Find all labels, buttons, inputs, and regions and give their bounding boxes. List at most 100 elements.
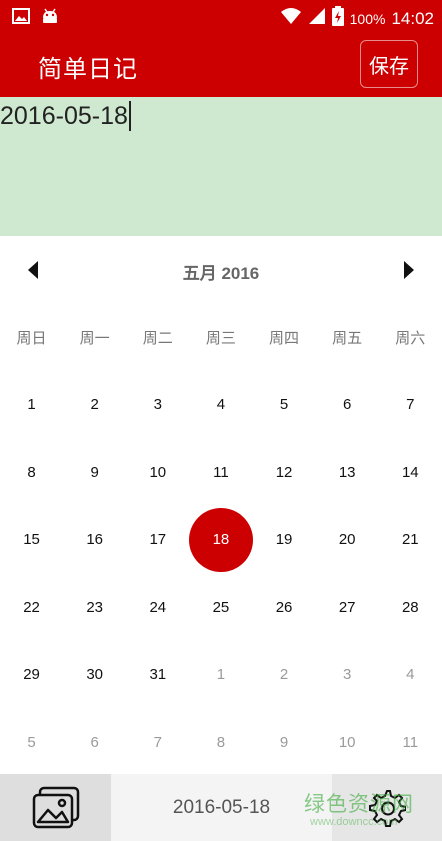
day-cell[interactable]: 8 bbox=[0, 439, 63, 507]
day-number: 23 bbox=[86, 598, 104, 616]
day-number: 10 bbox=[338, 733, 356, 751]
day-cell[interactable]: 7 bbox=[126, 709, 189, 777]
day-cell[interactable]: 10 bbox=[316, 709, 379, 777]
day-number: 1 bbox=[216, 666, 226, 684]
day-cell[interactable]: 4 bbox=[379, 641, 442, 709]
day-cell[interactable]: 2 bbox=[63, 371, 126, 439]
next-month-button[interactable] bbox=[398, 260, 418, 280]
day-number: 9 bbox=[90, 463, 99, 481]
day-cell[interactable]: 25 bbox=[189, 574, 252, 642]
day-cell[interactable]: 1 bbox=[0, 371, 63, 439]
day-number: 13 bbox=[338, 463, 356, 481]
day-cell[interactable]: 17 bbox=[126, 506, 189, 574]
day-number: 12 bbox=[275, 463, 293, 481]
day-cell[interactable]: 13 bbox=[316, 439, 379, 507]
day-number: 2 bbox=[90, 396, 99, 414]
day-cell[interactable]: 16 bbox=[63, 506, 126, 574]
caret-right-icon bbox=[404, 261, 414, 279]
watermark-text: 绿色资源网 bbox=[304, 793, 414, 816]
day-number: 7 bbox=[406, 396, 415, 414]
day-cell[interactable]: 6 bbox=[316, 371, 379, 439]
day-number: 4 bbox=[406, 666, 415, 684]
day-cell[interactable]: 9 bbox=[253, 709, 316, 777]
weekday-label: 周日 bbox=[16, 330, 47, 347]
selected-day[interactable]: 18 bbox=[188, 506, 253, 574]
weekday-label: 周一 bbox=[79, 330, 110, 347]
day-cell[interactable]: 10 bbox=[126, 439, 189, 507]
day-number: 11 bbox=[213, 463, 229, 481]
day-number: 8 bbox=[216, 733, 226, 751]
day-number: 30 bbox=[86, 666, 104, 684]
day-number: 6 bbox=[343, 396, 352, 414]
day-cell[interactable]: 2 bbox=[253, 641, 316, 709]
day-number: 10 bbox=[149, 463, 167, 481]
day-cell[interactable]: 3 bbox=[126, 371, 189, 439]
diary-text-input[interactable]: 2016-05-18 bbox=[0, 97, 442, 236]
day-number: 8 bbox=[27, 463, 36, 481]
day-number: 5 bbox=[279, 396, 289, 414]
day-cell[interactable]: 5 bbox=[0, 709, 63, 777]
day-cell[interactable]: 11 bbox=[379, 709, 442, 777]
day-number: 20 bbox=[338, 531, 356, 549]
day-number: 24 bbox=[149, 598, 167, 616]
day-number: 18 bbox=[212, 531, 230, 549]
day-cell[interactable]: 14 bbox=[379, 439, 442, 507]
day-number: 27 bbox=[338, 598, 356, 616]
day-cell[interactable]: 5 bbox=[253, 371, 316, 439]
day-cell[interactable]: 1 bbox=[189, 641, 252, 709]
day-number: 21 bbox=[401, 531, 419, 549]
day-cell[interactable]: 20 bbox=[316, 506, 379, 574]
watermark-url: www.downcc.com bbox=[310, 816, 398, 828]
day-cell[interactable]: 31 bbox=[126, 641, 189, 709]
weekday-label: 周四 bbox=[269, 330, 300, 347]
day-number: 3 bbox=[153, 396, 162, 414]
day-number: 28 bbox=[401, 598, 419, 616]
month-title: 五月 2016 bbox=[182, 264, 260, 283]
day-number: 11 bbox=[402, 733, 419, 751]
image-icon bbox=[12, 7, 30, 30]
day-cell[interactable]: 21 bbox=[379, 506, 442, 574]
day-number: 9 bbox=[279, 733, 289, 751]
wifi-icon bbox=[280, 7, 302, 30]
day-cell[interactable]: 7 bbox=[379, 371, 442, 439]
signal-icon bbox=[308, 7, 326, 30]
day-cell[interactable]: 22 bbox=[0, 574, 63, 642]
day-number: 2 bbox=[279, 666, 289, 684]
day-cell[interactable]: 27 bbox=[316, 574, 379, 642]
day-cell[interactable]: 12 bbox=[253, 439, 316, 507]
bottom-bar: 2016-05-18 绿色资源网 www.downcc.com bbox=[0, 774, 442, 841]
diary-text: 2016-05-18 bbox=[0, 101, 128, 130]
day-number: 7 bbox=[153, 733, 162, 751]
day-cell[interactable]: 4 bbox=[189, 371, 252, 439]
day-number: 22 bbox=[23, 598, 40, 616]
insert-image-button[interactable] bbox=[0, 774, 111, 841]
day-number: 29 bbox=[23, 666, 40, 684]
day-number: 26 bbox=[275, 598, 293, 616]
day-cell[interactable]: 23 bbox=[63, 574, 126, 642]
day-cell[interactable]: 6 bbox=[63, 709, 126, 777]
day-cell[interactable]: 29 bbox=[0, 641, 63, 709]
text-caret bbox=[128, 101, 131, 131]
day-cell[interactable]: 3 bbox=[316, 641, 379, 709]
android-icon bbox=[40, 7, 60, 30]
day-cell[interactable]: 26 bbox=[253, 574, 316, 642]
day-cell[interactable]: 30 bbox=[63, 641, 126, 709]
gallery-icon bbox=[32, 786, 79, 828]
day-cell[interactable]: 19 bbox=[253, 506, 316, 574]
day-cell[interactable]: 11 bbox=[189, 439, 252, 507]
save-button[interactable]: 保存 bbox=[360, 40, 418, 88]
day-cell[interactable]: 9 bbox=[63, 439, 126, 507]
clock: 14:02 bbox=[391, 8, 434, 28]
day-number: 19 bbox=[275, 531, 293, 549]
day-cell[interactable]: 8 bbox=[189, 709, 252, 777]
weekday-label: 周二 bbox=[142, 330, 173, 347]
weekday-label: 周三 bbox=[205, 330, 236, 347]
day-cell[interactable]: 24 bbox=[126, 574, 189, 642]
day-number: 3 bbox=[343, 666, 352, 684]
date-label-button[interactable]: 2016-05-18 bbox=[111, 774, 332, 841]
day-grid: 1 2 3 4 5 6 7 8 9 10 11 12 13 14 15 16 17 18 19 20 21 22 23 24 2… bbox=[0, 371, 442, 776]
status-bar: 100% 14:02 bbox=[0, 0, 442, 33]
day-cell[interactable]: 28 bbox=[379, 574, 442, 642]
day-cell[interactable]: 15 bbox=[0, 506, 63, 574]
day-number: 1 bbox=[27, 396, 36, 414]
